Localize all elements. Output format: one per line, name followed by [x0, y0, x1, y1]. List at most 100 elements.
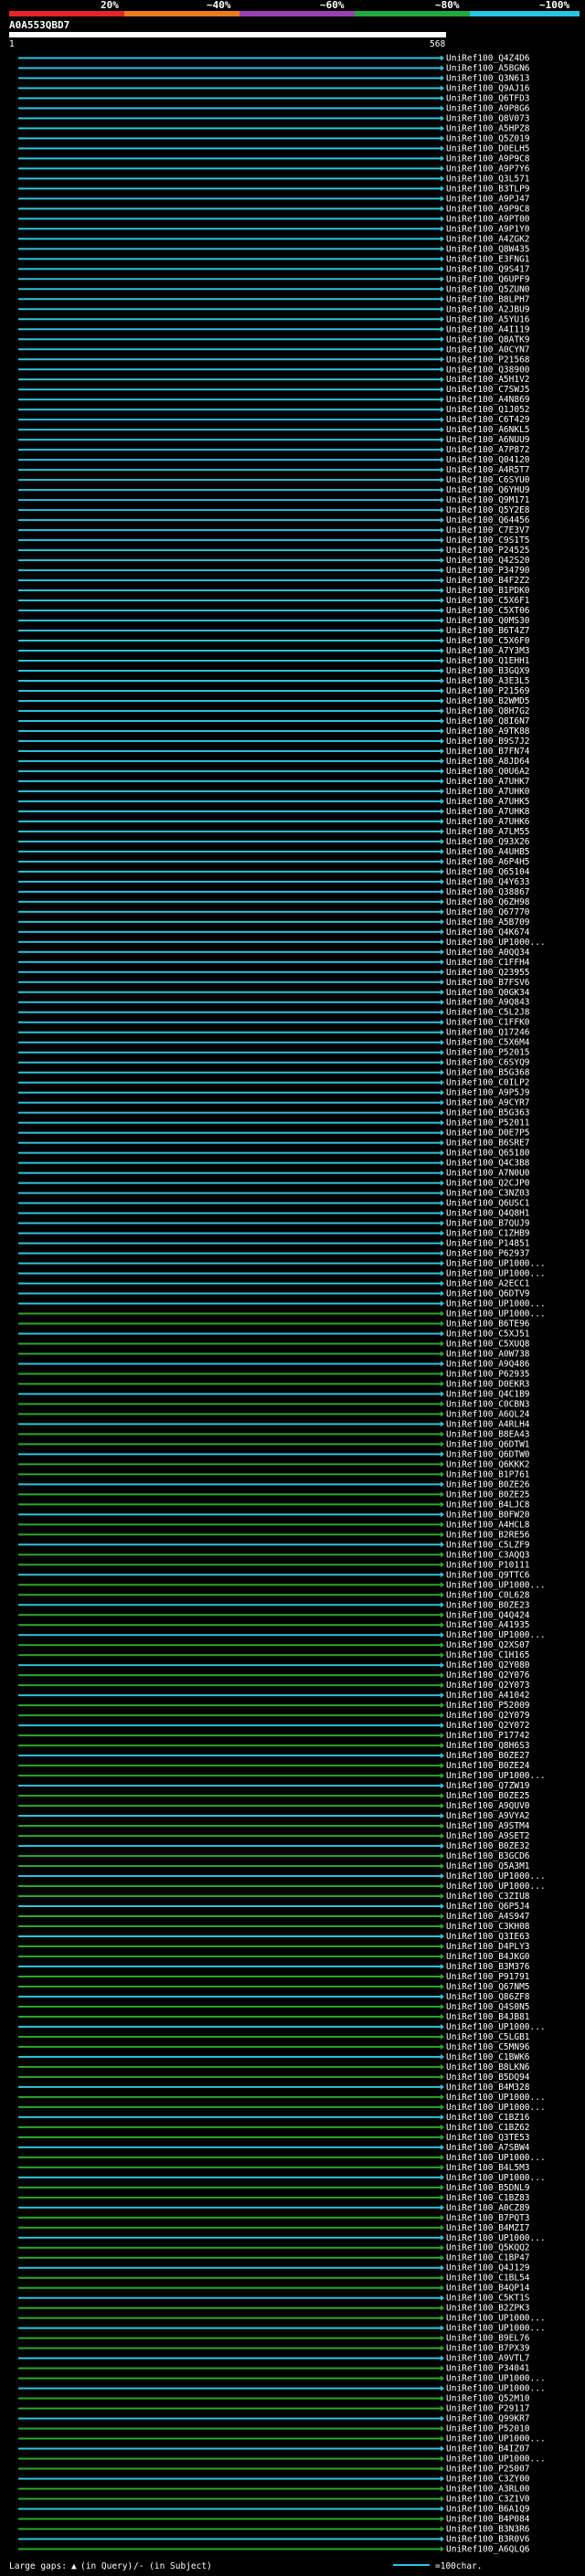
hit-label[interactable]: UniRef100_Q6UPF9	[446, 274, 530, 284]
hit-label[interactable]: UniRef100_Q6YHU9	[446, 485, 530, 495]
hit-label[interactable]: UniRef100_C3AQQ3	[446, 1550, 530, 1560]
hit-label[interactable]: UniRef100_C5LZF9	[446, 1540, 530, 1550]
hit-label[interactable]: UniRef100_A6QL24	[446, 1409, 530, 1419]
hit-label[interactable]: UniRef100_Q65180	[446, 1149, 530, 1159]
hit-label[interactable]: UniRef100_A9SET2	[446, 1831, 530, 1841]
hit-label[interactable]: UniRef100_UP1000...	[446, 2022, 546, 2032]
hit-label[interactable]: UniRef100_A2JBU9	[446, 304, 530, 314]
hit-label[interactable]: UniRef100_A0W738	[446, 1349, 530, 1359]
hit-label[interactable]: UniRef100_P52009	[446, 1701, 530, 1711]
hit-label[interactable]: UniRef100_P21568	[446, 355, 530, 365]
hit-label[interactable]: UniRef100_A5H1V2	[446, 375, 530, 385]
hit-label[interactable]: UniRef100_Q4C1B9	[446, 1389, 530, 1399]
hit-label[interactable]: UniRef100_A7UHK7	[446, 777, 530, 787]
hit-label[interactable]: UniRef100_A9Q486	[446, 1359, 530, 1369]
hit-label[interactable]: UniRef100_C3Z1V0	[446, 2495, 530, 2505]
hit-label[interactable]: UniRef100_C3ZIU8	[446, 1892, 530, 1902]
hit-label[interactable]: UniRef100_A6NUU9	[446, 435, 530, 445]
hit-label[interactable]: UniRef100_B0ZE32	[446, 1841, 530, 1851]
hit-label[interactable]: UniRef100_B9EL76	[446, 2334, 530, 2344]
hit-label[interactable]: UniRef100_C5KT1S	[446, 2294, 530, 2304]
hit-label[interactable]: UniRef100_B7QUJ9	[446, 1219, 530, 1229]
hit-label[interactable]: UniRef100_B4IZ07	[446, 2444, 530, 2454]
hit-label[interactable]: UniRef100_UP1000...	[446, 1580, 546, 1590]
hit-label[interactable]: UniRef100_Q8I6N7	[446, 716, 530, 726]
hit-label[interactable]: UniRef100_B9S7J2	[446, 737, 530, 747]
hit-label[interactable]: UniRef100_Q2Y073	[446, 1680, 530, 1691]
hit-label[interactable]: UniRef100_B1PDK0	[446, 586, 530, 596]
hit-label[interactable]: UniRef100_Q38867	[446, 887, 530, 897]
hit-label[interactable]: UniRef100_A8JD64	[446, 757, 530, 767]
hit-label[interactable]: UniRef100_Q8W435	[446, 244, 530, 254]
hit-label[interactable]: UniRef100_Q5ZUN0	[446, 284, 530, 294]
hit-label[interactable]: UniRef100_A7N0U0	[446, 1169, 530, 1179]
hit-label[interactable]: UniRef100_B4M328	[446, 2083, 530, 2093]
hit-label[interactable]: UniRef100_A3RL00	[446, 2485, 530, 2495]
hit-label[interactable]: UniRef100_P62937	[446, 1249, 530, 1259]
hit-label[interactable]: UniRef100_B7PQT3	[446, 2213, 530, 2223]
hit-label[interactable]: UniRef100_B3N3R6	[446, 2525, 530, 2535]
hit-label[interactable]: UniRef100_Q17246	[446, 1028, 530, 1038]
hit-label[interactable]: UniRef100_Q3L571	[446, 174, 530, 184]
hit-label[interactable]: UniRef100_C1BWK6	[446, 2052, 530, 2062]
hit-label[interactable]: UniRef100_P29117	[446, 2404, 530, 2414]
hit-label[interactable]: UniRef100_A6QLQ6	[446, 2545, 530, 2555]
hit-label[interactable]: UniRef100_C1BZ83	[446, 2193, 530, 2203]
hit-label[interactable]: UniRef100_Q1EHH1	[446, 656, 530, 666]
hit-label[interactable]: UniRef100_B3TLP9	[446, 184, 530, 194]
hit-label[interactable]: UniRef100_A9P7Y6	[446, 164, 530, 174]
hit-label[interactable]: UniRef100_UP1000...	[446, 2374, 546, 2384]
hit-label[interactable]: UniRef100_P21569	[446, 686, 530, 696]
hit-label[interactable]: UniRef100_Q9S417	[446, 264, 530, 274]
hit-label[interactable]: UniRef100_Q5Y2E8	[446, 505, 530, 515]
hit-label[interactable]: UniRef100_A9TK88	[446, 726, 530, 737]
hit-label[interactable]: UniRef100_A4ZGK2	[446, 234, 530, 244]
hit-label[interactable]: UniRef100_B5G368	[446, 1068, 530, 1078]
hit-label[interactable]: UniRef100_C1FFH4	[446, 958, 530, 968]
hit-label[interactable]: UniRef100_Q4Y633	[446, 877, 530, 887]
hit-label[interactable]: UniRef100_C6T429	[446, 415, 530, 425]
hit-label[interactable]: UniRef100_A0CZ89	[446, 2203, 530, 2213]
hit-label[interactable]: UniRef100_B3GQX9	[446, 666, 530, 676]
hit-label[interactable]: UniRef100_B2ZPK3	[446, 2304, 530, 2314]
hit-label[interactable]: UniRef100_B0ZE25	[446, 1489, 530, 1500]
hit-label[interactable]: UniRef100_C1BL54	[446, 2274, 530, 2284]
hit-label[interactable]: UniRef100_B7FSV6	[446, 978, 530, 988]
hit-label[interactable]: UniRef100_Q23955	[446, 968, 530, 978]
hit-label[interactable]: UniRef100_B7FN74	[446, 747, 530, 757]
hit-label[interactable]: UniRef100_B4MZI7	[446, 2223, 530, 2233]
hit-label[interactable]: UniRef100_A7UHK0	[446, 787, 530, 797]
hit-label[interactable]: UniRef100_UP1000...	[446, 1269, 546, 1279]
hit-label[interactable]: UniRef100_Q6USC1	[446, 1199, 530, 1209]
hit-label[interactable]: UniRef100_C5XJ51	[446, 1329, 530, 1339]
hit-label[interactable]: UniRef100_Q5KQQ2	[446, 2243, 530, 2253]
hit-label[interactable]: UniRef100_Q9M171	[446, 495, 530, 505]
hit-label[interactable]: UniRef100_UP1000...	[446, 2324, 546, 2334]
hit-label[interactable]: UniRef100_Q04120	[446, 455, 530, 465]
hit-label[interactable]: UniRef100_A6NKL5	[446, 425, 530, 435]
hit-label[interactable]: UniRef100_C7SWJ5	[446, 385, 530, 395]
hit-label[interactable]: UniRef100_UP1000...	[446, 1871, 546, 1882]
hit-label[interactable]: UniRef100_A7UHK5	[446, 797, 530, 807]
hit-label[interactable]: UniRef100_P52010	[446, 2424, 530, 2434]
hit-label[interactable]: UniRef100_A3E3L5	[446, 676, 530, 686]
hit-label[interactable]: UniRef100_Q2Y079	[446, 1711, 530, 1721]
hit-label[interactable]: UniRef100_Q4J129	[446, 2263, 530, 2274]
hit-label[interactable]: UniRef100_Q5Z019	[446, 133, 530, 143]
hit-label[interactable]: UniRef100_C0CBN3	[446, 1399, 530, 1409]
hit-label[interactable]: UniRef100_A4N869	[446, 395, 530, 405]
hit-label[interactable]: UniRef100_Q6DTV9	[446, 1289, 530, 1299]
hit-label[interactable]: UniRef100_A9VTL7	[446, 2354, 530, 2364]
hit-label[interactable]: UniRef100_A4S947	[446, 1912, 530, 1922]
hit-label[interactable]: UniRef100_Q4Z4D6	[446, 54, 530, 64]
hit-label[interactable]: UniRef100_Q6DTW0	[446, 1449, 530, 1459]
hit-label[interactable]: UniRef100_UP1000...	[446, 1882, 546, 1892]
hit-label[interactable]: UniRef100_A4RLH4	[446, 1419, 530, 1429]
hit-label[interactable]: UniRef100_A9PJ47	[446, 194, 530, 204]
hit-label[interactable]: UniRef100_A7SBW4	[446, 2143, 530, 2153]
hit-label[interactable]: UniRef100_P25007	[446, 2465, 530, 2475]
hit-label[interactable]: UniRef100_Q6TFD3	[446, 93, 530, 103]
hit-label[interactable]: UniRef100_Q2Y072	[446, 1721, 530, 1731]
hit-label[interactable]: UniRef100_A9PT00	[446, 214, 530, 224]
hit-label[interactable]: UniRef100_B6TE96	[446, 1319, 530, 1329]
